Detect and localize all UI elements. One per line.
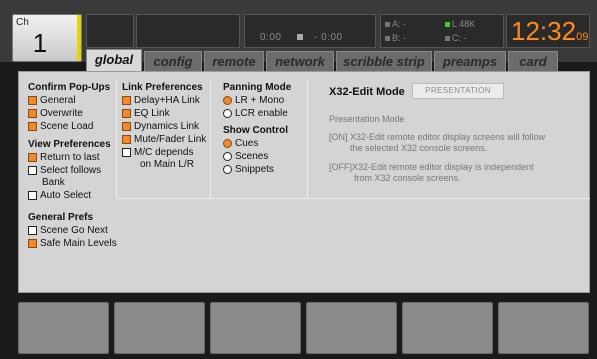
- checkbox-checked-icon[interactable]: [122, 96, 131, 105]
- checkbox-eq-link[interactable]: EQ Link: [122, 108, 206, 120]
- status-l: L 48K: [445, 19, 475, 29]
- tab-remote[interactable]: remote: [204, 51, 264, 71]
- checkbox-general[interactable]: General: [28, 95, 117, 107]
- radio-unselected-icon[interactable]: [223, 165, 232, 174]
- soft-key-3[interactable]: [210, 302, 301, 354]
- checkbox-delay-ha-link[interactable]: Delay+HA Link: [122, 95, 206, 107]
- tab-scribble-strip[interactable]: scribble strip: [336, 51, 432, 71]
- checkbox-mc-depends[interactable]: M/C depends on Main L/R: [122, 147, 206, 171]
- x32-edit-mode-title: X32-Edit Mode: [329, 86, 405, 98]
- soft-key-6[interactable]: [498, 302, 589, 354]
- checkbox-scene-load[interactable]: Scene Load: [28, 121, 117, 133]
- presentation-button[interactable]: PRESENTATION: [412, 83, 504, 99]
- status-panel: A: - L 48K B: - C: -: [380, 14, 504, 48]
- tab-bar: global config remote network scribble st…: [86, 49, 597, 72]
- soft-key-5[interactable]: [402, 302, 493, 354]
- general-prefs-heading: General Prefs: [28, 212, 94, 223]
- checkbox-checked-icon[interactable]: [28, 109, 37, 118]
- checkbox-safe-main-levels[interactable]: Safe Main Levels: [28, 238, 117, 250]
- divider: [116, 80, 117, 198]
- column-link-preferences: Link Preferences Delay+HA Link EQ Link D…: [122, 82, 206, 172]
- on-description: [ON] X32-Edit remote editor display scre…: [329, 132, 546, 153]
- view-preferences-heading: View Preferences: [28, 139, 111, 150]
- link-preferences-heading: Link Preferences: [122, 82, 203, 93]
- show-control-heading: Show Control: [223, 125, 288, 136]
- channel-number: 1: [32, 28, 48, 58]
- panning-mode-heading: Panning Mode: [223, 82, 292, 93]
- radio-selected-icon[interactable]: [223, 139, 232, 148]
- checkbox-unchecked-icon[interactable]: [122, 148, 131, 157]
- tab-preamps[interactable]: preamps: [434, 51, 506, 71]
- radio-unselected-icon[interactable]: [223, 109, 232, 118]
- status-dot-icon: [385, 22, 390, 28]
- checkbox-checked-icon[interactable]: [28, 239, 37, 248]
- checkbox-select-follows-bank[interactable]: Select follows Bank: [28, 165, 117, 189]
- checkbox-checked-icon[interactable]: [122, 135, 131, 144]
- divider: [116, 198, 590, 199]
- radio-scenes[interactable]: Scenes: [223, 151, 291, 163]
- transport-time: 0:00 - 0:00: [260, 32, 343, 43]
- clock: 12:3209: [506, 14, 590, 48]
- channel-label: Ch: [16, 17, 29, 28]
- checkbox-unchecked-icon[interactable]: [28, 166, 37, 175]
- checkbox-checked-icon[interactable]: [122, 109, 131, 118]
- stop-icon: [296, 33, 303, 40]
- checkbox-checked-icon[interactable]: [28, 96, 37, 105]
- channel-display[interactable]: Ch 1: [12, 14, 82, 62]
- column-panning-show: Panning Mode LR + Mono LCR enable Show C…: [223, 82, 291, 177]
- soft-key-row: [18, 302, 590, 354]
- presentation-mode-label: Presentation Mode: [329, 114, 405, 124]
- time-remaining: - 0:00: [314, 32, 343, 43]
- global-settings-panel: Confirm Pop-Ups General Overwrite Scene …: [18, 71, 590, 293]
- divider: [307, 80, 308, 198]
- off-description: [OFF]X32-Edit remote editor display is i…: [329, 162, 534, 183]
- time-elapsed: 0:00: [260, 32, 282, 43]
- checkbox-mute-fader-link[interactable]: Mute/Fader Link: [122, 134, 206, 146]
- status-a: A: -: [385, 19, 406, 29]
- tab-network[interactable]: network: [266, 51, 334, 71]
- checkbox-unchecked-icon[interactable]: [28, 226, 37, 235]
- status-dot-icon: [445, 22, 450, 28]
- divider: [210, 80, 211, 198]
- clock-seconds: 09: [576, 31, 589, 43]
- radio-lcr-enable[interactable]: LCR enable: [223, 108, 291, 120]
- meter-box: [86, 14, 134, 48]
- status-c: C: -: [445, 33, 467, 43]
- radio-unselected-icon[interactable]: [223, 152, 232, 161]
- scene-box: [136, 14, 240, 48]
- checkbox-checked-icon[interactable]: [28, 153, 37, 162]
- tab-config[interactable]: config: [144, 51, 202, 71]
- checkbox-unchecked-icon[interactable]: [28, 191, 37, 200]
- radio-snippets[interactable]: Snippets: [223, 164, 291, 176]
- checkbox-dynamics-link[interactable]: Dynamics Link: [122, 121, 206, 133]
- checkbox-checked-icon[interactable]: [122, 122, 131, 131]
- soft-key-1[interactable]: [18, 302, 109, 354]
- checkbox-overwrite[interactable]: Overwrite: [28, 108, 117, 120]
- soft-key-2[interactable]: [114, 302, 205, 354]
- confirm-popups-heading: Confirm Pop-Ups: [28, 82, 111, 93]
- channel-color-strip: [77, 15, 81, 61]
- radio-lr-mono[interactable]: LR + Mono: [223, 95, 291, 107]
- checkbox-scene-go-next[interactable]: Scene Go Next: [28, 225, 117, 237]
- radio-selected-icon[interactable]: [223, 96, 232, 105]
- radio-cues[interactable]: Cues: [223, 138, 291, 150]
- checkbox-checked-icon[interactable]: [28, 122, 37, 131]
- soft-key-4[interactable]: [306, 302, 397, 354]
- tab-global[interactable]: global: [86, 49, 142, 72]
- column-confirm-view-general: Confirm Pop-Ups General Overwrite Scene …: [28, 82, 117, 251]
- checkbox-return-to-last[interactable]: Return to last: [28, 152, 117, 164]
- status-b: B: -: [385, 33, 406, 43]
- checkbox-auto-select[interactable]: Auto Select: [28, 190, 117, 202]
- status-dot-icon: [445, 36, 450, 42]
- tab-card[interactable]: card: [508, 51, 558, 71]
- status-dot-icon: [385, 36, 390, 42]
